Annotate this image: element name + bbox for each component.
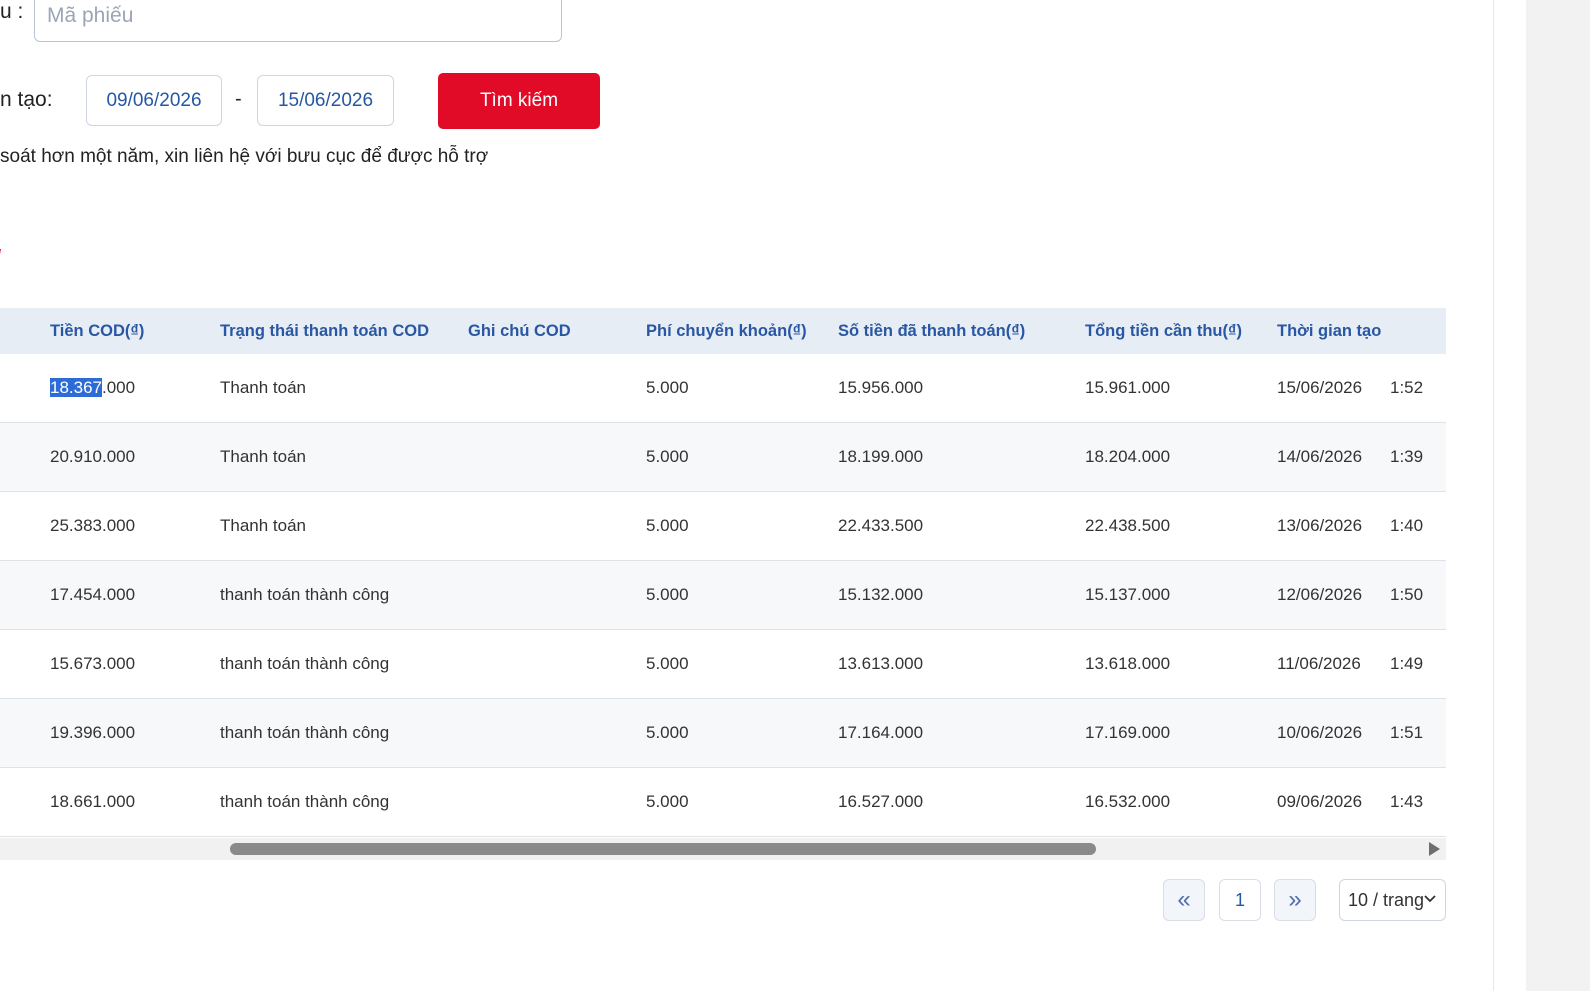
cell-status: thanh toán thành công xyxy=(220,585,390,604)
main-content: u : n tạo: 09/06/2026 - 15/06/2026 Tìm k… xyxy=(0,0,1493,991)
scrollbar-thumb[interactable] xyxy=(230,843,1096,855)
date-separator: - xyxy=(235,88,242,110)
col-transfer-fee[interactable]: Phí chuyển khoản(₫) xyxy=(646,308,807,354)
cell-fee: 5.000 xyxy=(646,792,689,811)
cell-paid: 17.164.000 xyxy=(838,723,924,742)
cell-date: 15/06/2026 xyxy=(1277,378,1363,397)
cell-fee: 5.000 xyxy=(646,378,689,397)
selected-text: 18.367 xyxy=(50,378,102,397)
next-page-button[interactable]: » xyxy=(1274,879,1316,921)
cell-total: 17.169.000 xyxy=(1085,723,1171,742)
cell-fee: 5.000 xyxy=(646,516,689,535)
cell-paid: 16.527.000 xyxy=(838,792,924,811)
search-button[interactable]: Tìm kiếm xyxy=(438,73,600,129)
cell-paid: 13.613.000 xyxy=(838,654,924,673)
date-to-input[interactable]: 15/06/2026 xyxy=(257,75,394,126)
cell-fee: 5.000 xyxy=(646,447,689,466)
cell-fee: 5.000 xyxy=(646,654,689,673)
cell-cod-amount: 15.673.000 xyxy=(50,654,136,673)
col-cod-status[interactable]: Trạng thái thanh toán COD xyxy=(220,308,429,354)
code-input[interactable] xyxy=(34,0,562,42)
cell-cod-amount: 18.367.000 xyxy=(50,378,136,397)
cell-cod-amount: 19.396.000 xyxy=(50,723,136,742)
cell-total: 15.137.000 xyxy=(1085,585,1171,604)
scroll-right-arrow-icon[interactable] xyxy=(1429,842,1440,856)
cell-total: 22.438.500 xyxy=(1085,516,1171,535)
table-row[interactable]: 15.673.000 thanh toán thành công 5.000 1… xyxy=(0,630,1446,699)
cell-cod-amount: 17.454.000 xyxy=(50,585,136,604)
cell-cod-amount: 20.910.000 xyxy=(50,447,136,466)
cell-time: 1:49 xyxy=(1390,654,1424,673)
date-label: n tạo: xyxy=(0,88,53,111)
cell-status: Thanh toán xyxy=(220,516,307,535)
cell-cod-amount: 18.661.000 xyxy=(50,792,136,811)
page-size-value: 10 / trang xyxy=(1348,889,1425,910)
cell-time: 1:50 xyxy=(1390,585,1424,604)
cell-fee: 5.000 xyxy=(646,585,689,604)
cell-total: 16.532.000 xyxy=(1085,792,1171,811)
cell-fee: 5.000 xyxy=(646,723,689,742)
table-header: Tiền COD(₫) Trạng thái thanh toán COD Gh… xyxy=(0,308,1446,354)
cell-time: 1:43 xyxy=(1390,792,1424,811)
cell-date: 12/06/2026 xyxy=(1277,585,1363,604)
cell-time: 1:52 xyxy=(1390,378,1424,397)
cell-date: 10/06/2026 xyxy=(1277,723,1363,742)
prev-page-button[interactable]: « xyxy=(1163,879,1205,921)
cell-time: 1:40 xyxy=(1390,516,1424,535)
col-cod-amount[interactable]: Tiền COD(₫) xyxy=(50,308,144,354)
cell-date: 11/06/2026 xyxy=(1277,654,1361,673)
horizontal-scrollbar[interactable] xyxy=(0,838,1446,860)
right-scroll-area xyxy=(1526,0,1590,991)
cell-status: Thanh toán xyxy=(220,447,307,466)
table-row[interactable]: 18.367.000 Thanh toán 5.000 15.956.000 1… xyxy=(0,354,1446,423)
cell-time: 1:39 xyxy=(1390,447,1424,466)
section-mark: / xyxy=(0,244,1,275)
table-row[interactable]: 20.910.000 Thanh toán 5.000 18.199.000 1… xyxy=(0,423,1446,492)
support-note: soát hơn một năm, xin liên hệ với bưu cụ… xyxy=(0,146,489,167)
cell-date: 14/06/2026 xyxy=(1277,447,1363,466)
cell-total: 15.961.000 xyxy=(1085,378,1171,397)
cell-time: 1:51 xyxy=(1390,723,1424,742)
chevron-down-icon xyxy=(1424,895,1436,903)
cell-date: 13/06/2026 xyxy=(1277,516,1363,535)
panel-divider xyxy=(1493,0,1494,991)
cell-paid: 18.199.000 xyxy=(838,447,924,466)
col-total-due[interactable]: Tổng tiền cần thu(₫) xyxy=(1085,308,1242,354)
cell-status: thanh toán thành công xyxy=(220,723,390,742)
cell-total: 13.618.000 xyxy=(1085,654,1171,673)
cod-table: Tiền COD(₫) Trạng thái thanh toán COD Gh… xyxy=(0,308,1446,837)
page-size-select[interactable]: 10 / trang xyxy=(1339,879,1446,921)
page-1-button[interactable]: 1 xyxy=(1219,879,1261,921)
col-created-time[interactable]: Thời gian tạo xyxy=(1277,308,1381,354)
cell-total: 18.204.000 xyxy=(1085,447,1171,466)
code-label: u : xyxy=(0,0,24,23)
cell-paid: 15.132.000 xyxy=(838,585,924,604)
cell-paid: 22.433.500 xyxy=(838,516,924,535)
table-row[interactable]: 25.383.000 Thanh toán 5.000 22.433.500 2… xyxy=(0,492,1446,561)
table-row[interactable]: 17.454.000 thanh toán thành công 5.000 1… xyxy=(0,561,1446,630)
col-cod-note[interactable]: Ghi chú COD xyxy=(468,308,571,354)
cell-status: thanh toán thành công xyxy=(220,792,390,811)
cell-status: thanh toán thành công xyxy=(220,654,390,673)
table-row[interactable]: 18.661.000 thanh toán thành công 5.000 1… xyxy=(0,768,1446,837)
col-paid-amount[interactable]: Số tiền đã thanh toán(₫) xyxy=(838,308,1025,354)
cell-cod-amount: 25.383.000 xyxy=(50,516,136,535)
cell-paid: 15.956.000 xyxy=(838,378,924,397)
date-from-input[interactable]: 09/06/2026 xyxy=(86,75,222,126)
cell-status: Thanh toán xyxy=(220,378,307,397)
cell-date: 09/06/2026 xyxy=(1277,792,1363,811)
table-row[interactable]: 19.396.000 thanh toán thành công 5.000 1… xyxy=(0,699,1446,768)
